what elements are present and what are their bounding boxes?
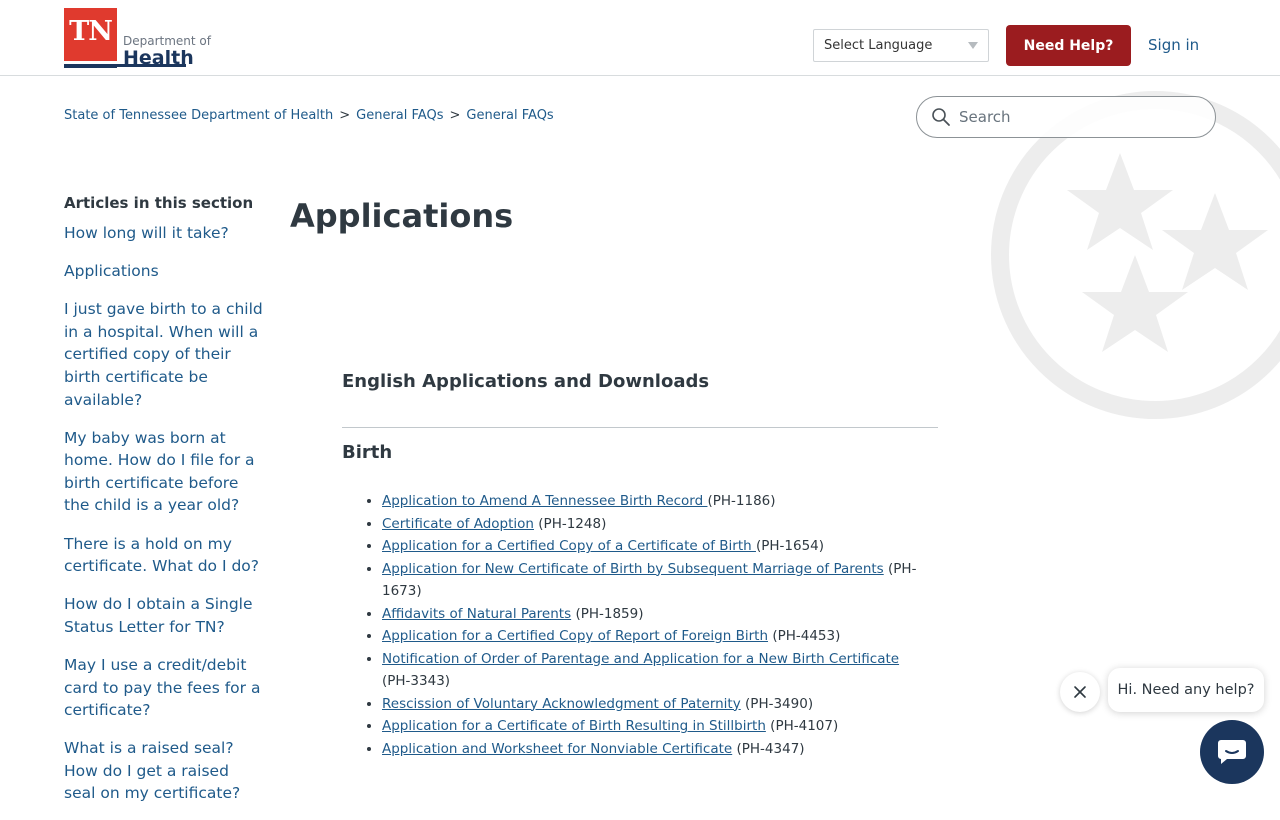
logo-underline	[64, 64, 186, 67]
search-placeholder: Search	[959, 108, 1011, 126]
tdh-logo[interactable]: TN Department of Health	[64, 8, 211, 68]
list-item: Application for New Certificate of Birth…	[382, 558, 927, 603]
breadcrumb: State of Tennessee Department of Health …	[64, 108, 554, 123]
search-icon	[932, 108, 950, 126]
form-code: (PH-1859)	[575, 605, 644, 622]
list-item: Application for a Certified Copy of a Ce…	[382, 535, 927, 558]
caret-down-icon	[968, 42, 978, 49]
site-header: TN Department of Health Select Language …	[0, 0, 1280, 76]
breadcrumb-item-general-faqs-section[interactable]: General FAQs	[466, 108, 553, 123]
sidebar-item-home-birth[interactable]: My baby was born at home. How do I file …	[64, 427, 264, 517]
form-code: (PH-1248)	[538, 515, 607, 532]
language-select[interactable]: Select Language	[813, 29, 989, 62]
application-link[interactable]: Certificate of Adoption	[382, 516, 534, 532]
sidebar-item-raised-seal[interactable]: What is a raised seal? How do I get a ra…	[64, 737, 264, 805]
sign-in-link[interactable]: Sign in	[1148, 36, 1199, 54]
logo-line1: Department of	[123, 34, 211, 48]
list-item: Rescission of Voluntary Acknowledgment o…	[382, 693, 927, 716]
breadcrumb-item-general-faqs[interactable]: General FAQs	[356, 108, 443, 123]
application-link[interactable]: Application to Amend A Tennessee Birth R…	[382, 493, 707, 509]
page-title: Applications	[290, 197, 514, 235]
breadcrumb-item-home[interactable]: State of Tennessee Department of Health	[64, 108, 333, 123]
sidebar-item-applications[interactable]: Applications	[64, 260, 264, 283]
form-code: (PH-1186)	[707, 493, 776, 509]
articles-sidebar: Articles in this section How long will i…	[64, 193, 264, 820]
tn-logo-mark: TN	[64, 8, 117, 68]
section-heading: English Applications and Downloads	[342, 371, 710, 392]
tri-star-watermark	[991, 91, 1280, 419]
list-item: Application for a Certificate of Birth R…	[382, 715, 927, 738]
close-icon	[1074, 686, 1086, 698]
application-link[interactable]: Application for a Certified Copy of a Ce…	[382, 538, 756, 554]
application-link[interactable]: Affidavits of Natural Parents	[382, 606, 571, 622]
language-select-value: Select Language	[824, 38, 933, 53]
birth-subheading: Birth	[342, 442, 393, 463]
sidebar-item-card-payment[interactable]: May I use a credit/debit card to pay the…	[64, 654, 264, 722]
sidebar-item-how-long[interactable]: How long will it take?	[64, 222, 264, 245]
breadcrumb-separator: >	[449, 108, 461, 123]
form-code: (PH-4453)	[772, 628, 841, 644]
application-link[interactable]: Rescission of Voluntary Acknowledgment o…	[382, 696, 741, 712]
application-link[interactable]: Application and Worksheet for Nonviable …	[382, 741, 732, 757]
list-item: Affidavits of Natural Parents (PH-1859)	[382, 603, 927, 626]
chat-dismiss-button[interactable]	[1060, 672, 1100, 712]
list-item: Notification of Order of Parentage and A…	[382, 648, 927, 693]
form-code: (PH-3343)	[382, 673, 451, 689]
application-link[interactable]: Application for a Certificate of Birth R…	[382, 718, 766, 734]
list-item: Application for a Certified Copy of Repo…	[382, 625, 927, 648]
application-link[interactable]: Notification of Order of Parentage and A…	[382, 651, 899, 667]
form-code: (PH-3490)	[745, 695, 814, 712]
sidebar-title: Articles in this section	[64, 194, 254, 212]
list-item: Certificate of Adoption (PH-1248)	[382, 513, 927, 536]
sidebar-item-hospital-birth[interactable]: I just gave birth to a child in a hospit…	[64, 298, 264, 411]
search-input[interactable]: Search	[916, 96, 1216, 138]
logo-mark-text: TN	[69, 16, 113, 47]
logo-wordmark: Department of Health	[123, 34, 211, 68]
sidebar-list: How long will it take? Applications I ju…	[64, 222, 264, 805]
application-list: Application to Amend A Tennessee Birth R…	[362, 490, 927, 760]
list-item: Application and Worksheet for Nonviable …	[382, 738, 927, 761]
form-code: (PH-4347)	[736, 740, 805, 757]
application-link[interactable]: Application for a Certified Copy of Repo…	[382, 628, 768, 644]
chat-launcher-button[interactable]	[1200, 720, 1264, 784]
breadcrumb-separator: >	[339, 108, 351, 123]
need-help-button[interactable]: Need Help?	[1006, 25, 1131, 66]
sidebar-item-hold[interactable]: There is a hold on my certificate. What …	[64, 533, 264, 578]
chat-icon	[1218, 740, 1246, 764]
chat-greeting-bubble[interactable]: Hi. Need any help?	[1108, 668, 1264, 712]
sidebar-item-single-status[interactable]: How do I obtain a Single Status Letter f…	[64, 593, 264, 638]
list-item: Application to Amend A Tennessee Birth R…	[382, 490, 927, 513]
form-code: (PH-1654)	[755, 538, 825, 554]
section-divider	[342, 427, 938, 428]
application-link[interactable]: Application for New Certificate of Birth…	[382, 561, 884, 577]
form-code: (PH-4107)	[770, 718, 839, 734]
